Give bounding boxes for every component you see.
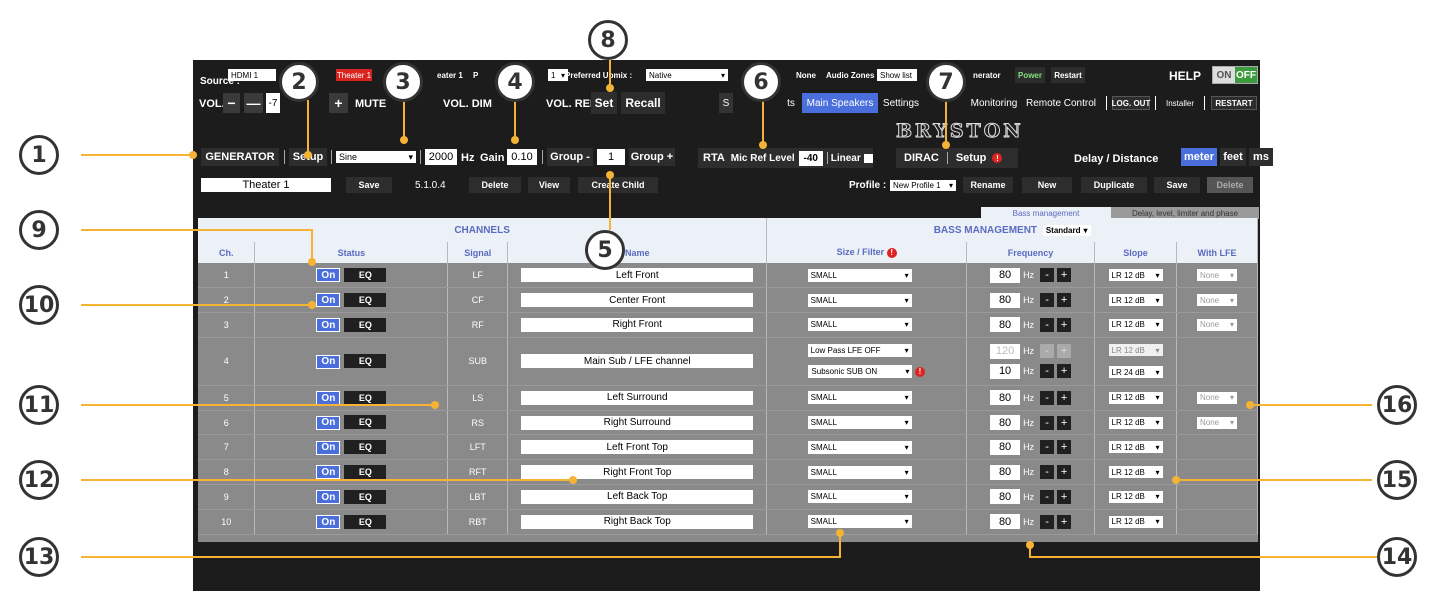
callout-dot xyxy=(189,151,197,159)
callout-15: 15 xyxy=(1377,460,1417,500)
callout-10: 10 xyxy=(19,285,59,325)
callout-12: 12 xyxy=(19,460,59,500)
callout-9: 9 xyxy=(19,210,59,250)
callout-dot xyxy=(308,258,316,266)
callout-5: 5 xyxy=(585,230,625,270)
callout-13: 13 xyxy=(19,537,59,577)
callout-2: 2 xyxy=(279,62,319,102)
callout-dot xyxy=(400,136,408,144)
callout-dot xyxy=(511,136,519,144)
callout-16: 16 xyxy=(1377,385,1417,425)
callout-dot xyxy=(569,476,577,484)
callout-dot xyxy=(836,529,844,537)
callout-1: 1 xyxy=(19,135,59,175)
callout-dot xyxy=(942,141,950,149)
callout-lines xyxy=(81,60,1383,558)
callout-dot xyxy=(606,171,614,179)
callout-dot xyxy=(308,301,316,309)
callout-dot xyxy=(1172,476,1180,484)
callout-dot xyxy=(1246,401,1254,409)
callout-14: 14 xyxy=(1377,537,1417,577)
callout-dot xyxy=(304,151,312,159)
callout-8: 8 xyxy=(588,20,628,60)
callout-11: 11 xyxy=(19,385,59,425)
callout-dot xyxy=(606,84,614,92)
callout-7: 7 xyxy=(926,62,966,102)
callout-4: 4 xyxy=(495,62,535,102)
callout-3: 3 xyxy=(383,62,423,102)
callout-dot xyxy=(759,141,767,149)
callout-dot xyxy=(1026,541,1034,549)
callout-dot xyxy=(431,401,439,409)
callout-6: 6 xyxy=(741,62,781,102)
